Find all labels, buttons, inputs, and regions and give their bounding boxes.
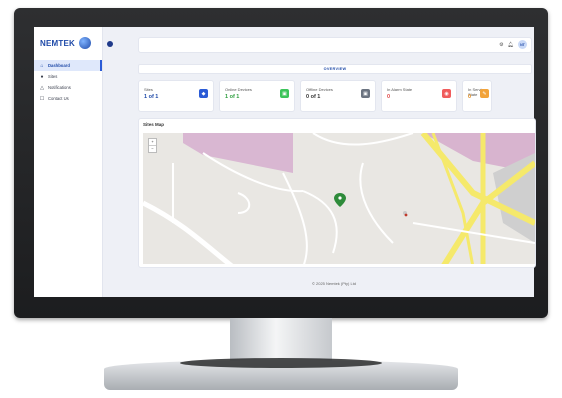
- bell-icon: △: [40, 84, 44, 91]
- brand-name: NEMTEK: [40, 38, 75, 48]
- gear-icon[interactable]: ⚙: [499, 42, 503, 48]
- card-label: Offline Devices: [306, 87, 333, 92]
- card-label: Online Devices: [225, 87, 252, 92]
- sites-map[interactable]: + −: [143, 133, 535, 264]
- map-title: Sites Map: [143, 122, 165, 127]
- sidebar-item-sites[interactable]: ● Sites: [34, 71, 102, 82]
- sidebar-item-label: Sites: [48, 74, 58, 79]
- sidebar-item-label: Notifications: [48, 85, 71, 90]
- sidebar-item-notifications[interactable]: △ Notifications: [34, 82, 102, 93]
- device-offline-icon: ▣: [361, 89, 370, 98]
- card-label: Sites: [144, 87, 153, 92]
- sidebar-item-contact[interactable]: ☐ Contact Us: [34, 93, 102, 104]
- card-label: In Alarm State: [387, 87, 413, 92]
- globe-icon: [78, 37, 91, 49]
- topbar-icons: ⚙ 🔔︎ NT: [499, 40, 527, 49]
- home-icon: ⌂: [40, 62, 44, 69]
- sidebar-nav: ⌂ Dashboard ● Sites △ Notifications ☐ Co…: [34, 60, 102, 104]
- card-offline-devices[interactable]: Offline Devices 0 of 1 ▣: [300, 80, 376, 112]
- card-value: 1 of 1: [225, 94, 240, 100]
- device-online-icon: ▣: [280, 89, 289, 98]
- card-value: 0 of 1: [306, 94, 321, 100]
- wrench-icon: ✎: [480, 89, 489, 98]
- sites-map-card: Sites Map + −: [138, 118, 536, 268]
- sidebar-item-label: Dashboard: [48, 63, 70, 68]
- map-zoom-control: + −: [148, 138, 157, 153]
- zoom-out-button[interactable]: −: [149, 145, 156, 152]
- map-canvas: [143, 133, 535, 264]
- stat-cards: Sites 1 of 1 ◆ Online Devices 1 of 1 ▣ O…: [138, 80, 534, 112]
- card-service-state[interactable]: In Service State 0 ✎: [462, 80, 492, 112]
- phone-icon: ☐: [39, 95, 45, 102]
- sidebar: NEMTEK ⌂ Dashboard ● Sites △ Notificatio…: [34, 27, 103, 297]
- alarm-icon: ◉: [442, 89, 451, 98]
- monitor-stand-base-top: [180, 358, 382, 368]
- card-value: 0: [468, 94, 472, 100]
- location-icon: ◆: [199, 89, 208, 98]
- sidebar-toggle-button[interactable]: [107, 41, 113, 47]
- card-alarm-state[interactable]: In Alarm State 0 ◉: [381, 80, 457, 112]
- topbar: ⚙ 🔔︎ NT: [138, 37, 532, 53]
- brand-logo[interactable]: NEMTEK: [40, 37, 91, 49]
- pin-icon: ●: [40, 73, 44, 80]
- card-value: 1 of 1: [144, 94, 159, 100]
- card-online-devices[interactable]: Online Devices 1 of 1 ▣: [219, 80, 295, 112]
- footer-text: © 2025 Nemtek (Pty) Ltd: [311, 281, 357, 286]
- card-value: 0: [387, 94, 391, 100]
- sidebar-item-dashboard[interactable]: ⌂ Dashboard: [34, 60, 102, 71]
- tab-overview[interactable]: OVERVIEW: [138, 64, 532, 74]
- sidebar-item-label: Contact Us: [48, 96, 69, 101]
- bell-icon[interactable]: 🔔︎: [508, 42, 514, 48]
- card-sites[interactable]: Sites 1 of 1 ◆: [138, 80, 214, 112]
- avatar[interactable]: NT: [518, 40, 527, 49]
